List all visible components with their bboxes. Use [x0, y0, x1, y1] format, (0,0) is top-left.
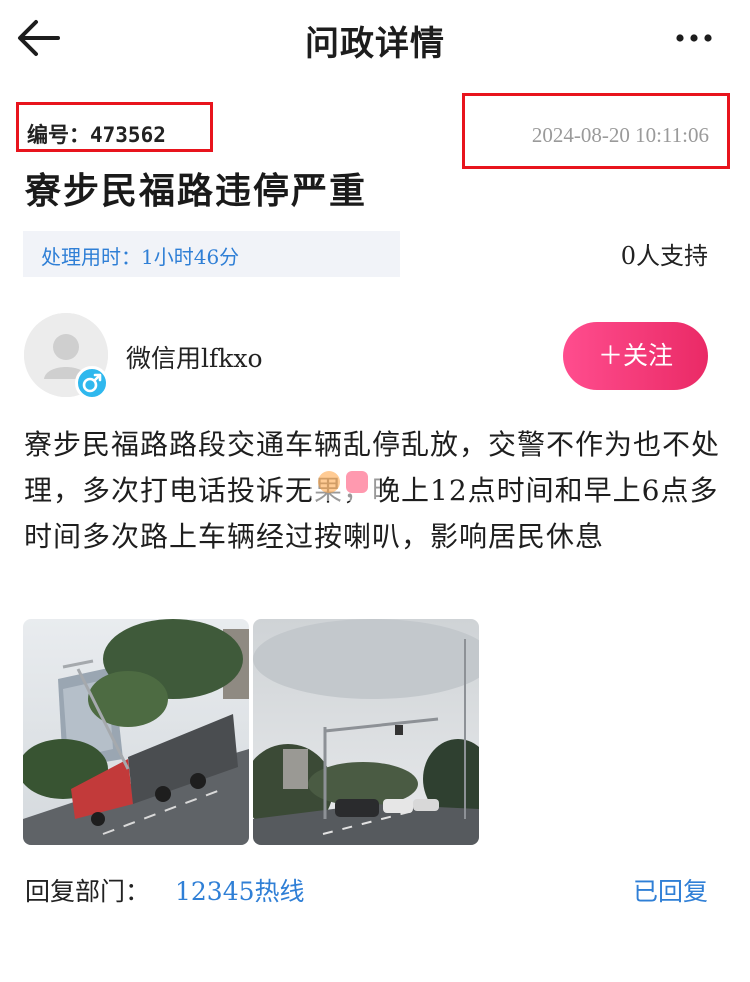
post-time: 2024-08-20 10:11:06 [531, 123, 709, 147]
gender-badge [75, 366, 109, 400]
post-id-highlight: 编号：473562 [16, 102, 213, 152]
street-photo-trucks[interactable] [23, 619, 249, 845]
processing-time: 处理用时：1小时46分 [41, 245, 240, 269]
watermark-logo-icon [318, 471, 340, 493]
follow-button[interactable]: ＋关注 [563, 322, 708, 390]
photo-image [23, 619, 249, 845]
post-time-highlight: 2024-08-20 10:11:06 [462, 93, 730, 169]
page-title: 问政详情 [305, 24, 445, 64]
watermark [310, 463, 380, 501]
post-id: 编号：473562 [27, 123, 166, 147]
support-count[interactable]: 0人支持 [621, 236, 708, 271]
page: 问政详情 编号：473562 2024-08-20 10:11:06 寮步民福路… [0, 0, 750, 982]
street-photo-road[interactable] [253, 619, 479, 845]
reply-department-link[interactable]: 12345热线 [175, 872, 305, 908]
processing-time-chip: 处理用时：1小时46分 [23, 231, 400, 277]
photo-image [253, 619, 479, 845]
more-button[interactable] [672, 26, 716, 50]
top-bar: 问政详情 [0, 0, 750, 80]
reply-department-label: 回复部门： [25, 877, 151, 906]
username[interactable]: 微信用lfkxo [126, 339, 263, 375]
reply-status[interactable]: 已回复 [633, 872, 708, 908]
more-dots-icon [676, 34, 712, 42]
watermark-badge-icon [346, 471, 368, 493]
post-title: 寮步民福路违停严重 [25, 170, 368, 212]
male-icon [82, 373, 102, 393]
